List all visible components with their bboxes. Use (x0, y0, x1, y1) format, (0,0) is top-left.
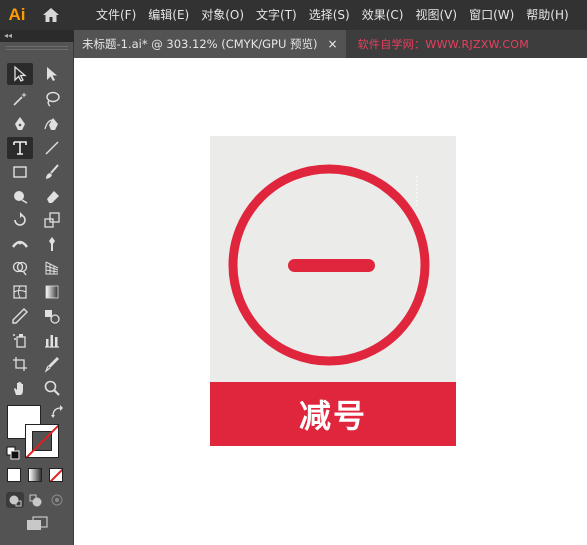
panel-grip[interactable] (6, 46, 68, 50)
draw-inside-icon[interactable] (48, 492, 66, 508)
menu-select[interactable]: 选择(S) (303, 0, 356, 30)
rotate-tool-icon[interactable] (7, 209, 33, 231)
perspective-grid-tool-icon[interactable] (39, 257, 65, 279)
label-band: 减号 (210, 382, 456, 446)
menu-help[interactable]: 帮助(H) (520, 0, 574, 30)
minus-label-text: 减号 (298, 397, 367, 435)
symbol-sprayer-tool-icon[interactable] (7, 329, 33, 351)
selection-tool-icon[interactable] (7, 63, 33, 85)
tab-close-icon[interactable]: × (328, 37, 338, 51)
direct-selection-tool-icon[interactable] (39, 63, 65, 85)
line-segment-tool-icon[interactable] (39, 137, 65, 159)
eraser-tool-icon[interactable] (39, 185, 65, 207)
menu-edit[interactable]: 编辑(E) (142, 0, 195, 30)
menu-type[interactable]: 文字(T) (250, 0, 303, 30)
menu-object[interactable]: 对象(O) (195, 0, 250, 30)
default-fill-stroke-icon[interactable] (6, 445, 22, 461)
none-mode-button[interactable] (49, 468, 63, 482)
mesh-tool-icon[interactable] (7, 281, 33, 303)
menu-bar: Ai 文件(F) 编辑(E) 对象(O) 文字(T) 选择(S) 效果(C) 视… (0, 0, 587, 30)
menu-items: 文件(F) 编辑(E) 对象(O) 文字(T) 选择(S) 效果(C) 视图(V… (90, 0, 575, 30)
shape-builder-tool-icon[interactable] (7, 257, 33, 279)
color-mode-button[interactable] (7, 468, 21, 482)
zoom-tool-icon[interactable] (39, 377, 65, 399)
gradient-tool-icon[interactable] (39, 281, 65, 303)
hand-tool-icon[interactable] (7, 377, 33, 399)
slice-tool-icon[interactable] (39, 353, 65, 375)
stroke-color-swatch[interactable] (25, 424, 59, 458)
scale-tool-icon[interactable] (39, 209, 65, 231)
watermark-text: 软件自学网：WWW.RJZXW.COM (357, 38, 530, 51)
document-tab[interactable]: 未标题-1.ai* @ 303.12% (CMYK/GPU 预览) × (74, 30, 346, 58)
artboard-tool-icon[interactable] (7, 353, 33, 375)
screen-mode-icon[interactable] (25, 515, 49, 533)
toolbar-collapse-button[interactable]: ◂◂ (0, 30, 74, 42)
app-logo: Ai (8, 5, 26, 24)
minus-icon[interactable] (210, 136, 456, 382)
document-tab-title: 未标题-1.ai* @ 303.12% (CMYK/GPU 预览) (82, 37, 318, 51)
document-tab-bar: 未标题-1.ai* @ 303.12% (CMYK/GPU 预览) × 软件自学… (74, 30, 587, 58)
draw-normal-icon[interactable] (6, 492, 24, 508)
width-tool-icon[interactable] (7, 233, 33, 255)
magic-wand-tool-icon[interactable] (7, 88, 33, 110)
eyedropper-tool-icon[interactable] (7, 305, 33, 327)
lasso-tool-icon[interactable] (39, 88, 65, 110)
shaper-tool-icon[interactable] (7, 185, 33, 207)
menu-file[interactable]: 文件(F) (90, 0, 142, 30)
blend-tool-icon[interactable] (39, 305, 65, 327)
column-graph-tool-icon[interactable] (39, 329, 65, 351)
home-icon[interactable] (34, 0, 68, 30)
gradient-mode-button[interactable] (28, 468, 42, 482)
curvature-tool-icon[interactable] (39, 113, 65, 135)
draw-behind-icon[interactable] (27, 492, 45, 508)
paintbrush-tool-icon[interactable] (39, 161, 65, 183)
rectangle-tool-icon[interactable] (7, 161, 33, 183)
menu-effect[interactable]: 效果(C) (356, 0, 410, 30)
menu-view[interactable]: 视图(V) (409, 0, 463, 30)
type-tool-icon[interactable] (7, 137, 33, 159)
pen-tool-icon[interactable] (7, 113, 33, 135)
menu-window[interactable]: 窗口(W) (463, 0, 520, 30)
puppet-warp-tool-icon[interactable] (39, 233, 65, 255)
swap-fill-stroke-icon[interactable] (50, 404, 66, 420)
tools-panel (0, 42, 74, 545)
